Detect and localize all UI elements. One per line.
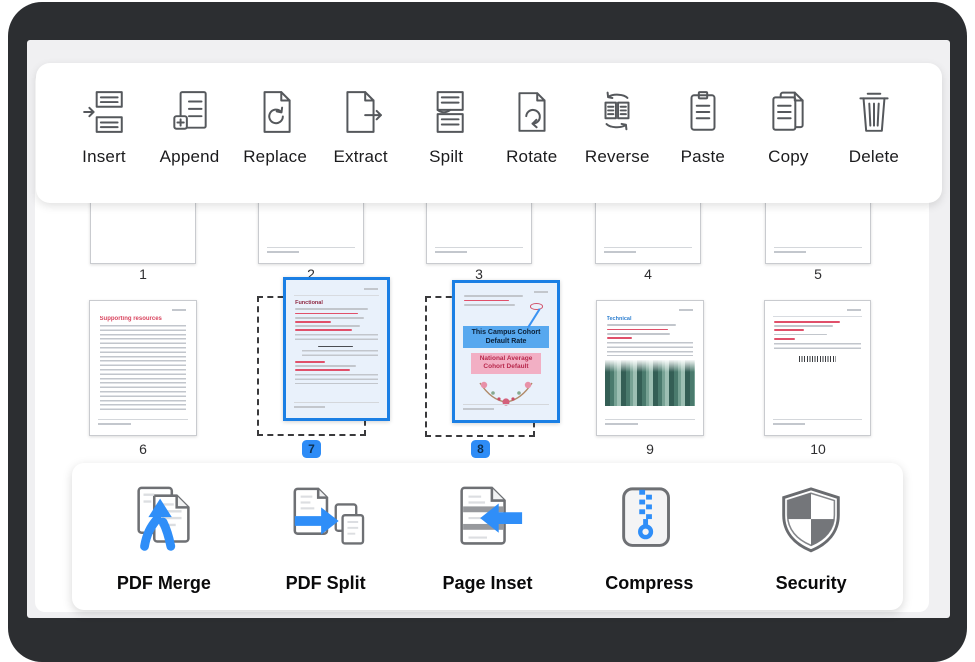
extract-icon (338, 89, 384, 140)
toolbar-label: Copy (768, 147, 809, 167)
toolbar: Insert Append Replace Extract Spilt (36, 63, 942, 203)
security-button[interactable]: Security (741, 483, 881, 594)
tool-label: Security (776, 573, 847, 594)
page-number: 10 (765, 441, 871, 457)
toolbar-label: Rotate (506, 147, 557, 167)
selected-page-badge: 7 (302, 440, 321, 458)
toolbar-label: Extract (333, 147, 387, 167)
toolbar-button-replace[interactable]: Replace (233, 89, 317, 167)
compress-button[interactable]: Compress (579, 483, 719, 594)
page-thumbnail-8-selected[interactable]: This Campus Cohort Default Rate National… (452, 280, 560, 423)
pdf-split-button[interactable]: PDF Split (256, 483, 396, 594)
page-inset-icon (448, 483, 526, 566)
toolbar-label: Insert (82, 147, 126, 167)
highlighted-title: This Campus Cohort Default Rate (463, 326, 549, 348)
page-heading: Supporting resources (100, 316, 187, 322)
pdf-split-icon (287, 483, 365, 566)
highlighted-subtitle: National Average Cohort Default (471, 353, 540, 374)
page-number: 5 (765, 266, 871, 282)
tools-panel: PDF Merge PDF Split (72, 463, 903, 610)
toolbar-label: Reverse (585, 147, 650, 167)
toolbar-label: Spilt (429, 147, 463, 167)
toolbar-label: Paste (681, 147, 725, 167)
reverse-icon (594, 89, 640, 140)
split-icon (423, 89, 469, 140)
page-number: 9 (597, 441, 703, 457)
page-heading: Technical (607, 316, 694, 322)
selected-page-badge: 8 (471, 440, 490, 458)
pdf-merge-icon (125, 483, 203, 566)
page-content (765, 301, 870, 435)
tool-label: PDF Split (286, 573, 366, 594)
page-number: 6 (90, 441, 196, 457)
delete-icon (851, 89, 897, 140)
append-icon (167, 89, 213, 140)
toolbar-button-reverse[interactable]: Reverse (575, 89, 659, 167)
paste-icon (680, 89, 726, 140)
pdf-merge-button[interactable]: PDF Merge (94, 483, 234, 594)
replace-icon (252, 89, 298, 140)
annotation-oval (530, 303, 543, 310)
toolbar-button-delete[interactable]: Delete (832, 89, 916, 167)
forest-image (605, 360, 694, 406)
toolbar-button-extract[interactable]: Extract (319, 89, 403, 167)
tool-label: Page Inset (442, 573, 532, 594)
floral-wreath-graphic (474, 377, 538, 407)
toolbar-button-copy[interactable]: Copy (746, 89, 830, 167)
page-thumbnail-7-selected[interactable]: Functional (283, 277, 390, 421)
page-thumbnail-6[interactable]: Supporting resources (89, 300, 197, 436)
page-content: This Campus Cohort Default Rate National… (455, 283, 557, 420)
page-number: 4 (595, 266, 701, 282)
toolbar-button-rotate[interactable]: Rotate (490, 89, 574, 167)
tool-label: PDF Merge (117, 573, 211, 594)
compress-icon (610, 483, 688, 566)
security-icon (772, 483, 850, 566)
page-content: Functional (286, 280, 387, 418)
toolbar-label: Append (160, 147, 220, 167)
insert-icon (81, 89, 127, 140)
page-thumbnail-9[interactable]: Technical (596, 300, 704, 436)
toolbar-button-paste[interactable]: Paste (661, 89, 745, 167)
toolbar-button-insert[interactable]: Insert (62, 89, 146, 167)
toolbar-button-split[interactable]: Spilt (404, 89, 488, 167)
tool-label: Compress (605, 573, 693, 594)
page-content: Supporting resources (90, 301, 196, 435)
page-thumbnail-10[interactable] (764, 300, 871, 436)
page-content: Technical (597, 301, 703, 435)
toolbar-label: Delete (849, 147, 899, 167)
page-inset-button[interactable]: Page Inset (417, 483, 557, 594)
barcode-graphic (799, 356, 837, 362)
page-heading: Functional (295, 300, 378, 306)
copy-icon (765, 89, 811, 140)
toolbar-label: Replace (243, 147, 307, 167)
toolbar-button-append[interactable]: Append (148, 89, 232, 167)
page-number: 1 (90, 266, 196, 282)
rotate-icon (509, 89, 555, 140)
